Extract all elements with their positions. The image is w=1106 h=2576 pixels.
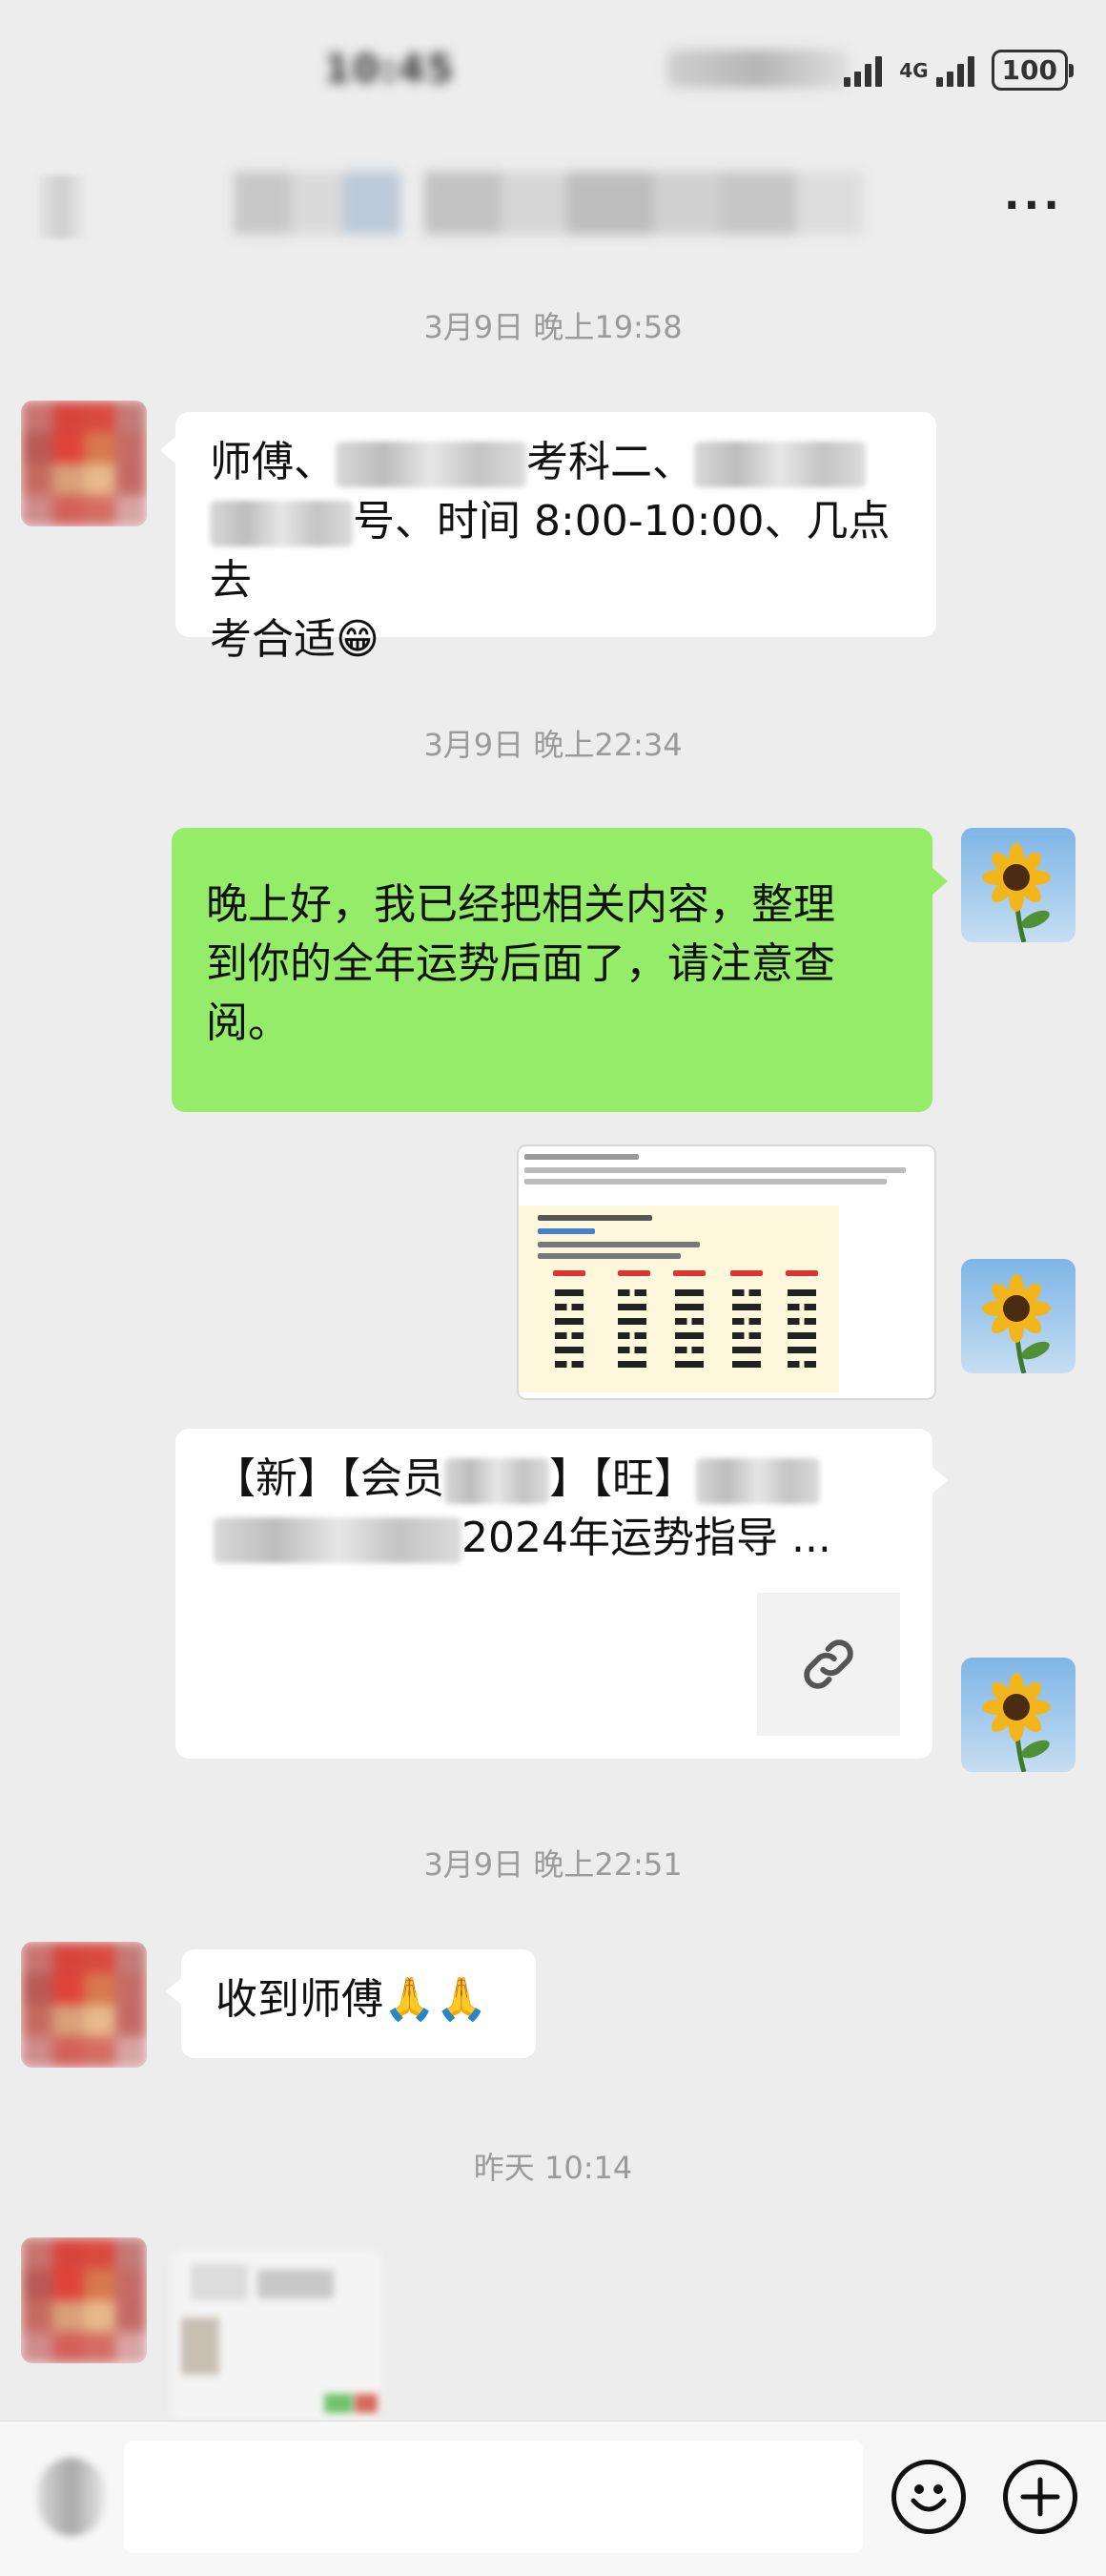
bubble-tail xyxy=(166,1978,181,2005)
input-bar xyxy=(0,2421,1106,2576)
message-text: 师傅、 xyxy=(210,438,336,486)
redacted-text xyxy=(214,1517,461,1563)
message-text: 考科二、 xyxy=(526,438,694,486)
incoming-message-bubble[interactable]: 收到师傅🙏🙏 xyxy=(181,1949,536,2058)
bubble-tail xyxy=(932,1467,948,1494)
status-time: 10:45 xyxy=(324,48,456,92)
link-title-text: 】【旺】 xyxy=(549,1454,696,1503)
status-indicators: 4G 100 xyxy=(844,50,1075,91)
redacted-text xyxy=(696,1458,820,1504)
link-title-text: 2024年运势指导 ... xyxy=(461,1514,831,1562)
my-avatar[interactable] xyxy=(961,1259,1075,1373)
chat-header: ··· xyxy=(0,153,1106,258)
more-dots-icon: ··· xyxy=(1003,181,1063,230)
link-title-text: 【新】【会员 xyxy=(214,1454,444,1503)
message-line: 阅。 xyxy=(206,999,290,1047)
voice-toggle-icon xyxy=(38,2458,105,2536)
my-avatar[interactable] xyxy=(961,1658,1075,1772)
contact-avatar[interactable] xyxy=(21,2237,147,2363)
message-text: 收到师傅🙏🙏 xyxy=(215,1975,488,2024)
contact-avatar[interactable] xyxy=(21,401,147,526)
emoji-icon xyxy=(911,2484,947,2512)
incoming-blurred-message[interactable] xyxy=(172,2251,381,2421)
redacted-text xyxy=(336,442,526,487)
bubble-tail xyxy=(160,437,175,464)
timestamp: 3月9日 晚上22:34 xyxy=(423,727,683,763)
back-button[interactable] xyxy=(38,175,86,238)
link-message-card[interactable]: 【新】【会员 】【旺】 2024年运势指导 ... xyxy=(175,1429,932,1759)
message-input[interactable] xyxy=(124,2441,863,2553)
outgoing-message-bubble[interactable]: 晚上好，我已经把相关内容，整理 到你的全年运势后面了，请注意查 阅。 xyxy=(172,828,932,1112)
link-title: 【新】【会员 】【旺】 2024年运势指导 ... xyxy=(214,1450,900,1568)
my-avatar[interactable] xyxy=(961,828,1075,942)
redacted-text xyxy=(210,501,353,546)
chat-title-blurred-1 xyxy=(234,172,400,235)
message-line: 到你的全年运势后面了，请注意查 xyxy=(206,939,835,988)
message-line: 师傅、 考科二、 xyxy=(210,433,902,492)
link-icon xyxy=(804,1639,853,1689)
sunflower-icon xyxy=(982,843,1051,942)
chat-title-blurred-2 xyxy=(424,172,863,235)
signal-icon-2 xyxy=(935,54,974,87)
bubble-tail xyxy=(932,868,948,895)
emoji-button[interactable] xyxy=(891,2460,966,2534)
redacted-text xyxy=(694,442,866,487)
sunflower-icon xyxy=(982,1673,1051,1772)
sunflower-icon xyxy=(982,1274,1051,1373)
incoming-message-bubble[interactable]: 师傅、 考科二、 号、时间 8:00-10:00、几点去 考合适😁 xyxy=(175,412,936,664)
plus-icon xyxy=(1020,2477,1060,2517)
link-thumbnail xyxy=(757,1593,900,1736)
more-button[interactable]: ··· xyxy=(1004,181,1063,230)
status-bar: 10:45 4G 100 xyxy=(0,0,1106,143)
contact-avatar[interactable] xyxy=(21,1942,147,2068)
timestamp: 3月9日 晚上19:58 xyxy=(423,309,683,345)
signal-icon xyxy=(844,54,883,87)
message-line: 考合适😁 xyxy=(210,615,379,664)
battery-icon: 100 xyxy=(991,50,1075,91)
status-icons-blurred xyxy=(667,50,849,88)
voice-toggle-button[interactable] xyxy=(38,2458,105,2536)
plus-button[interactable] xyxy=(1003,2460,1077,2534)
image-message[interactable] xyxy=(517,1144,936,1400)
timestamp: 昨天 10:14 xyxy=(473,2150,633,2186)
network-type: 4G xyxy=(899,58,929,82)
timestamp: 3月9日 晚上22:51 xyxy=(423,1846,683,1883)
message-line: 号、时间 8:00-10:00、几点去 xyxy=(210,492,902,610)
message-line: 晚上好，我已经把相关内容，整理 xyxy=(206,880,835,929)
redacted-text xyxy=(444,1458,549,1504)
